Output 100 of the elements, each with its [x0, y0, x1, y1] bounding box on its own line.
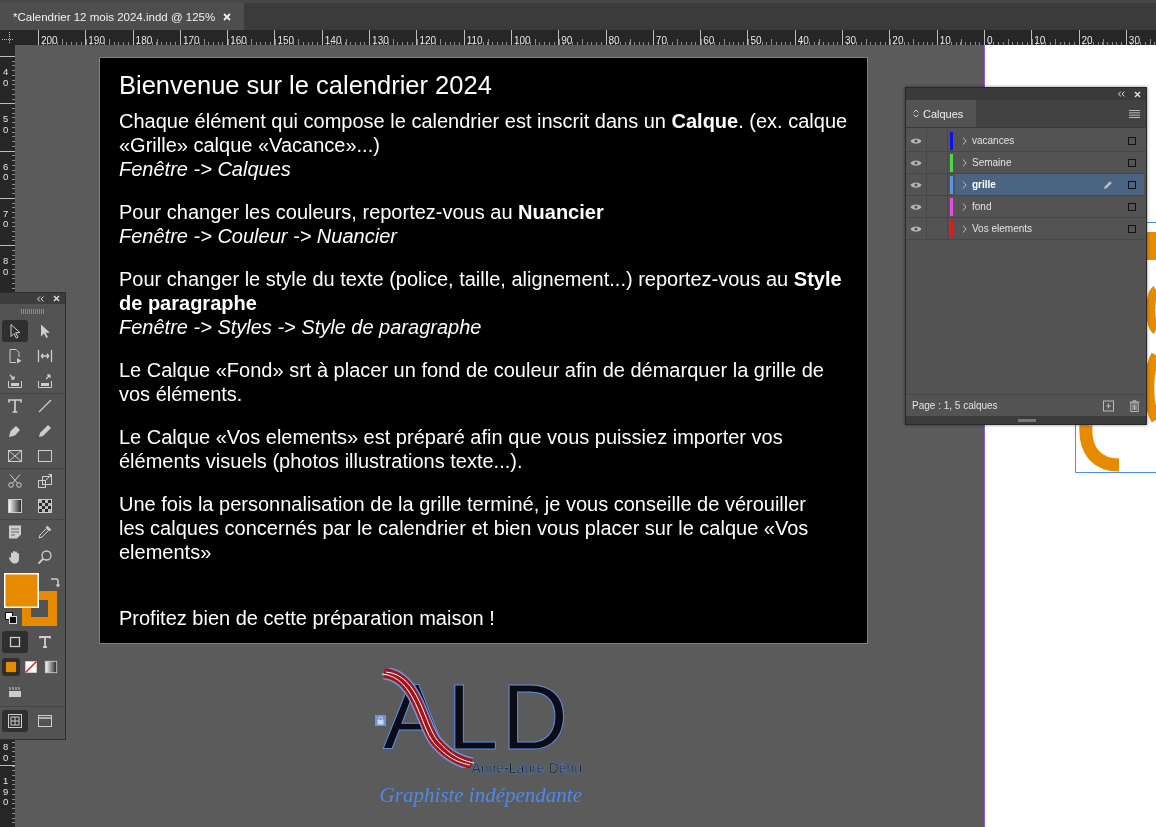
trash-icon[interactable] — [1129, 399, 1140, 412]
scissors-icon — [7, 473, 23, 490]
eye-icon[interactable] — [910, 158, 922, 167]
body-paragraph: Le Calque «Fond» srt à placer un fond de couleur afin de démarquer la grille de vos éléments. — [119, 358, 825, 406]
target-square-icon[interactable] — [1128, 158, 1136, 167]
chevron-icon[interactable] — [962, 136, 967, 145]
container-button[interactable] — [2, 631, 28, 654]
ruler-number: 190 — [87, 35, 105, 45]
color-swatch-icon — [4, 659, 18, 674]
body-paragraph: Pour changer les couleurs, reportez-vous au Nuancier — [119, 200, 605, 224]
ruler-number: 50 — [749, 35, 762, 45]
zoom-icon — [37, 548, 53, 565]
eye-icon[interactable] — [910, 202, 922, 211]
ruler-number: 170 — [181, 35, 200, 45]
layer-item[interactable]: Vos elements — [955, 218, 1144, 239]
target-square-icon[interactable] — [1128, 180, 1136, 189]
ruler-number: 70 — [654, 35, 667, 45]
pencil-icon — [37, 423, 53, 440]
overlapping-squares-icon — [37, 473, 53, 490]
body-paragraph: Une fois la personnalisation de la grille terminé, je vous conseille de vérouiller les calques concernés par le calendrier et bien vous placer sur le calque «Vos elements» — [119, 492, 810, 564]
layer-item[interactable]: fond — [955, 196, 1144, 217]
selection-button[interactable] — [2, 320, 28, 343]
body-paragraph: Chaque élément qui compose le calendrier est inscrit dans un Calque. (ex. calque «Grille» calque «Vacance»...) — [119, 109, 849, 157]
body-paragraph: Le Calque «Vos elements» est préparé afin que vous puissiez importer vos éléments visuels (photos illustrations texte...). — [119, 425, 784, 473]
chevron-icon[interactable] — [962, 224, 967, 233]
ruler-number: 80 — [3, 742, 9, 764]
new-layer-icon[interactable] — [1103, 399, 1114, 412]
normal-button[interactable] — [2, 710, 28, 733]
close-icon[interactable] — [223, 12, 232, 21]
default-colors-icon[interactable] — [5, 611, 17, 624]
eye-icon[interactable] — [910, 180, 922, 189]
ruler-origin-icon[interactable] — [0, 30, 15, 45]
body-paragraph: Pour changer le style du texte (police, taille, alignement...) reportez-vous au Style de paragraphe — [119, 267, 843, 315]
ruler-number: 20 — [891, 35, 904, 45]
ruler-number: 100 — [512, 35, 531, 45]
target-square-icon[interactable] — [1128, 224, 1136, 233]
ruler-number: 60 — [3, 161, 9, 183]
layer-item[interactable]: grille — [955, 174, 1144, 195]
arrow-pointer-icon — [7, 323, 23, 340]
framed-square-icon — [7, 713, 23, 730]
checkerboard-icon — [37, 498, 53, 515]
layer-item[interactable]: Semaine — [955, 152, 1144, 173]
chevron-icon[interactable] — [962, 202, 967, 211]
body-paragraph: Profitez bien de cette préparation maison ! — [119, 606, 496, 630]
tray-arrow-icon — [37, 372, 53, 389]
ruler-number: 20 — [1080, 35, 1093, 45]
updown-arrows-icon — [913, 109, 919, 118]
ruler-number: 110 — [465, 35, 483, 45]
ruler-number: 30 — [1127, 35, 1140, 45]
ruler-number: 0 — [985, 35, 993, 45]
window-icon — [37, 713, 53, 730]
swap-arrow-icon[interactable] — [50, 575, 60, 588]
gradient-swatch-icon — [7, 498, 23, 515]
pen-icon — [1103, 179, 1113, 190]
ruler-number: 120 — [418, 35, 437, 45]
ruler-number: 130 — [371, 35, 389, 45]
frame-title: Bienvenue sur le calendrier 2024 — [119, 72, 493, 98]
eyedropper-icon — [37, 523, 53, 540]
menu-path-text: Fenêtre -> Couleur -> Nuancier — [119, 224, 399, 248]
ruler-number: 90 — [560, 35, 573, 45]
layers-tab[interactable]: Calques — [906, 100, 976, 127]
target-square-icon[interactable] — [1128, 136, 1136, 145]
type-icon — [37, 634, 53, 651]
document-tab[interactable]: *Calendrier 12 mois 2024.indd @ 125% — [0, 3, 244, 30]
ruler-number: 150 — [276, 35, 295, 45]
ruler-number: 80 — [3, 256, 9, 278]
ruler-number: 60 — [702, 35, 715, 45]
menu-icon[interactable] — [1129, 109, 1140, 118]
ruler-number: 10 — [1033, 35, 1046, 45]
ruler-number: 80 — [607, 35, 620, 45]
chevron-icon[interactable] — [962, 158, 967, 167]
ruler-number: 160 — [229, 35, 247, 45]
ruler-number: 200 — [40, 35, 58, 45]
collapse-arrows-icon[interactable] — [36, 295, 44, 302]
resize-bar[interactable] — [906, 416, 1146, 424]
target-square-icon[interactable] — [1128, 202, 1136, 211]
fill-swatch-icon[interactable] — [4, 572, 39, 608]
text-frame[interactable] — [99, 57, 868, 644]
page-arrow-icon — [7, 348, 23, 365]
ruler-number: 70 — [3, 208, 9, 230]
logo-tagline: Graphiste indépendante — [378, 783, 583, 807]
double-arrow-bars-icon — [37, 348, 53, 365]
line-icon — [37, 398, 53, 415]
collapse-arrows-icon[interactable] — [1117, 91, 1125, 97]
note-icon — [7, 523, 23, 540]
eye-icon[interactable] — [910, 136, 922, 145]
layer-item[interactable]: vacances — [955, 130, 1144, 151]
chevron-icon[interactable] — [962, 180, 967, 189]
none-swatch-icon — [24, 659, 38, 674]
close-icon[interactable] — [1134, 90, 1141, 98]
menu-path-text: Fenêtre -> Calques — [119, 157, 292, 181]
close-icon[interactable] — [53, 295, 60, 302]
ruler-number: 190 — [3, 776, 9, 808]
rectangle-icon — [37, 447, 53, 464]
crossed-frame-icon — [7, 447, 23, 464]
color-button[interactable] — [2, 657, 20, 676]
type-icon — [7, 398, 23, 415]
ruler-number: 40 — [3, 67, 9, 88]
layer-count-text: Page : 1, 5 calques — [912, 400, 998, 411]
eye-icon[interactable] — [910, 224, 922, 233]
